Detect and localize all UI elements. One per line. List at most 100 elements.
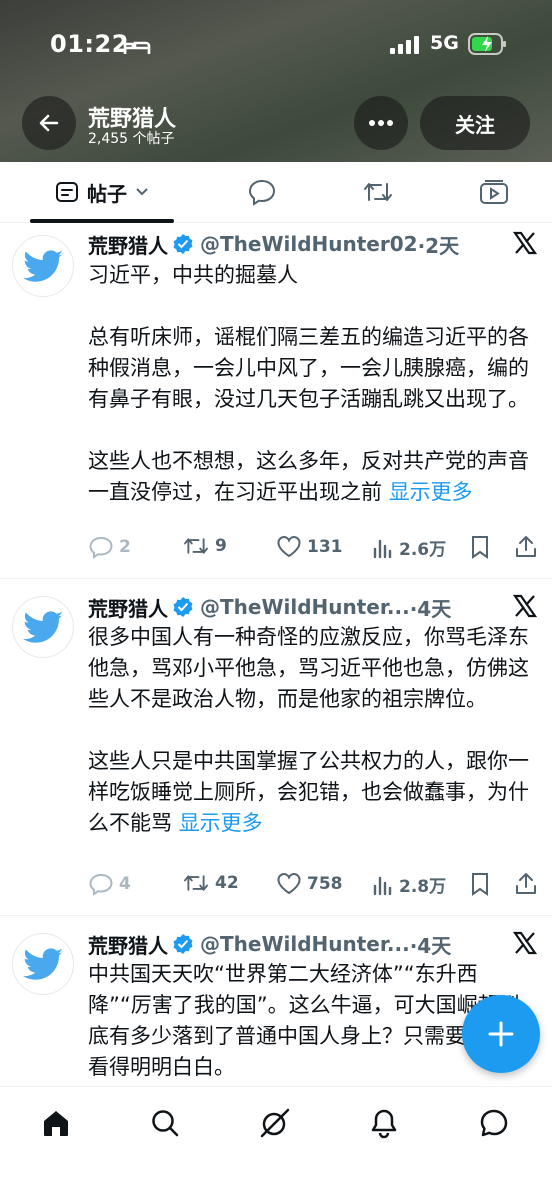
like-button[interactable]: 131 xyxy=(276,535,343,559)
share-icon xyxy=(516,536,536,557)
views-icon xyxy=(373,876,392,895)
avatar[interactable] xyxy=(12,933,74,995)
x-logo-icon xyxy=(512,231,538,259)
bottom-nav xyxy=(0,1086,552,1200)
compose-button[interactable] xyxy=(462,995,540,1073)
nav-grok[interactable] xyxy=(255,1103,295,1143)
tweet-meta: 荒野猎人 @TheWildHunter02 ·2天 xyxy=(88,229,459,259)
bird-avatar-icon xyxy=(23,250,63,282)
share-button[interactable] xyxy=(514,872,543,896)
tweet-actions: 4 42 758 2.8万 xyxy=(88,872,542,902)
author-name[interactable]: 荒野猎人 xyxy=(88,593,168,622)
tweet-time: ·2天 xyxy=(417,233,460,258)
tab-posts-label: 帖子 xyxy=(87,181,127,206)
heart-icon xyxy=(277,536,301,558)
bird-avatar-icon xyxy=(23,948,63,980)
sleep-mode-icon xyxy=(123,36,151,60)
like-button[interactable]: 758 xyxy=(276,872,343,896)
nav-home[interactable] xyxy=(36,1103,76,1143)
status-bar: 01:22 5G xyxy=(0,28,552,64)
verified-badge-icon xyxy=(172,596,194,618)
author-handle[interactable]: @TheWildHunter02 xyxy=(200,232,418,256)
x-logo-icon xyxy=(512,931,538,959)
bird-avatar-icon xyxy=(23,611,63,643)
author-handle[interactable]: @TheWildHunter... xyxy=(200,595,410,619)
like-count: 758 xyxy=(307,874,343,894)
bookmark-button[interactable] xyxy=(470,872,495,896)
follow-button[interactable]: 关注 xyxy=(420,96,530,150)
arrow-left-icon xyxy=(39,114,59,132)
profile-tabs: 帖子 xyxy=(0,162,552,223)
more-dots-icon xyxy=(369,120,393,126)
tweet-paragraph: 这些人只是中共国掌握了公共权力的人，跟你一样吃饭睡觉上厕所，会犯错，也会做蠢事，… xyxy=(88,746,538,839)
views-button[interactable]: 2.8万 xyxy=(372,872,446,897)
views-count: 2.8万 xyxy=(399,877,447,897)
nav-search[interactable] xyxy=(145,1103,185,1143)
tweet-paragraph: 很多中国人有一种奇怪的应激反应，你骂毛泽东他急，骂邓小平他急，骂习近平他也急，仿… xyxy=(88,625,529,711)
views-button[interactable]: 2.6万 xyxy=(372,535,446,560)
posts-icon xyxy=(56,182,78,202)
tab-posts[interactable]: 帖子 xyxy=(30,162,174,222)
views-icon xyxy=(373,539,392,558)
share-icon xyxy=(516,873,536,894)
retweet-count: 42 xyxy=(215,873,239,893)
profile-header: 01:22 5G 荒野猎人 2,455 个帖子 关注 xyxy=(0,0,552,162)
nav-messages[interactable] xyxy=(474,1103,514,1143)
status-time: 01:22 xyxy=(50,30,129,58)
battery-icon xyxy=(468,32,508,60)
reply-icon xyxy=(89,873,113,896)
show-more-link[interactable]: 显示更多 xyxy=(389,480,473,504)
tweet-paragraph: 习近平，中共的掘墓人 xyxy=(88,263,298,287)
tweet-text: 习近平，中共的掘墓人 总有听床师，谣棍们隔三差五的编造习近平的各种假消息，一会儿… xyxy=(88,260,538,508)
more-button[interactable] xyxy=(354,96,408,150)
retweet-icon xyxy=(184,538,208,554)
avatar[interactable] xyxy=(12,235,74,297)
home-icon xyxy=(44,1111,68,1136)
bookmark-button[interactable] xyxy=(470,535,495,559)
notifications-icon xyxy=(371,1109,397,1139)
verified-badge-icon xyxy=(172,933,194,955)
tab-replies[interactable] xyxy=(232,162,292,222)
heart-icon xyxy=(277,873,301,895)
network-type: 5G xyxy=(430,32,459,54)
show-more-link[interactable]: 显示更多 xyxy=(179,811,263,835)
bookmark-icon xyxy=(472,873,488,896)
x-logo-icon xyxy=(512,594,538,622)
reply-count: 4 xyxy=(119,874,131,894)
avatar[interactable] xyxy=(12,596,74,658)
tweet[interactable]: 荒野猎人 @TheWildHunter... ·4天 中共国天天吹“世界第二大经… xyxy=(0,917,552,1087)
author-name[interactable]: 荒野猎人 xyxy=(88,230,168,259)
tweet-actions: 2 9 131 2.6万 xyxy=(88,535,542,565)
tweet-time: ·4天 xyxy=(409,933,452,958)
retweet-icon xyxy=(364,183,392,201)
messages-icon xyxy=(480,1109,508,1137)
like-count: 131 xyxy=(307,537,343,557)
retweet-count: 9 xyxy=(215,536,227,556)
grok-icon xyxy=(260,1108,290,1138)
retweet-button[interactable]: 42 xyxy=(182,872,239,894)
reply-icon xyxy=(89,536,113,559)
tab-media[interactable] xyxy=(464,162,524,222)
share-button[interactable] xyxy=(514,535,543,559)
retweet-button[interactable]: 9 xyxy=(182,535,227,557)
retweet-icon xyxy=(184,875,208,891)
author-handle[interactable]: @TheWildHunter... xyxy=(200,932,410,956)
author-name[interactable]: 荒野猎人 xyxy=(88,930,168,959)
back-button[interactable] xyxy=(22,96,76,150)
nav-notifications[interactable] xyxy=(364,1103,404,1143)
tab-reposts[interactable] xyxy=(348,162,408,222)
post-count: 2,455 个帖子 xyxy=(88,131,175,147)
plus-icon xyxy=(488,1021,514,1047)
signal-icon xyxy=(390,36,420,60)
reply-icon xyxy=(248,179,276,206)
reply-count: 2 xyxy=(119,537,131,557)
search-icon xyxy=(152,1110,179,1137)
tweet-paragraph: 这些人也不想想，这么多年，反对共产党的声音一直没停过，在习近平出现之前 显示更多 xyxy=(88,446,538,508)
tweet[interactable]: 荒野猎人 @TheWildHunter02 ·2天 习近平，中共的掘墓人 总有听… xyxy=(0,223,552,579)
tweet[interactable]: 荒野猎人 @TheWildHunter... ·4天 很多中国人有一种奇怪的应激… xyxy=(0,580,552,916)
verified-badge-icon xyxy=(172,233,194,255)
reply-button[interactable]: 4 xyxy=(88,872,131,896)
reply-button[interactable]: 2 xyxy=(88,535,131,559)
tweet-meta: 荒野猎人 @TheWildHunter... ·4天 xyxy=(88,592,451,622)
tweet-time: ·4天 xyxy=(409,596,452,621)
